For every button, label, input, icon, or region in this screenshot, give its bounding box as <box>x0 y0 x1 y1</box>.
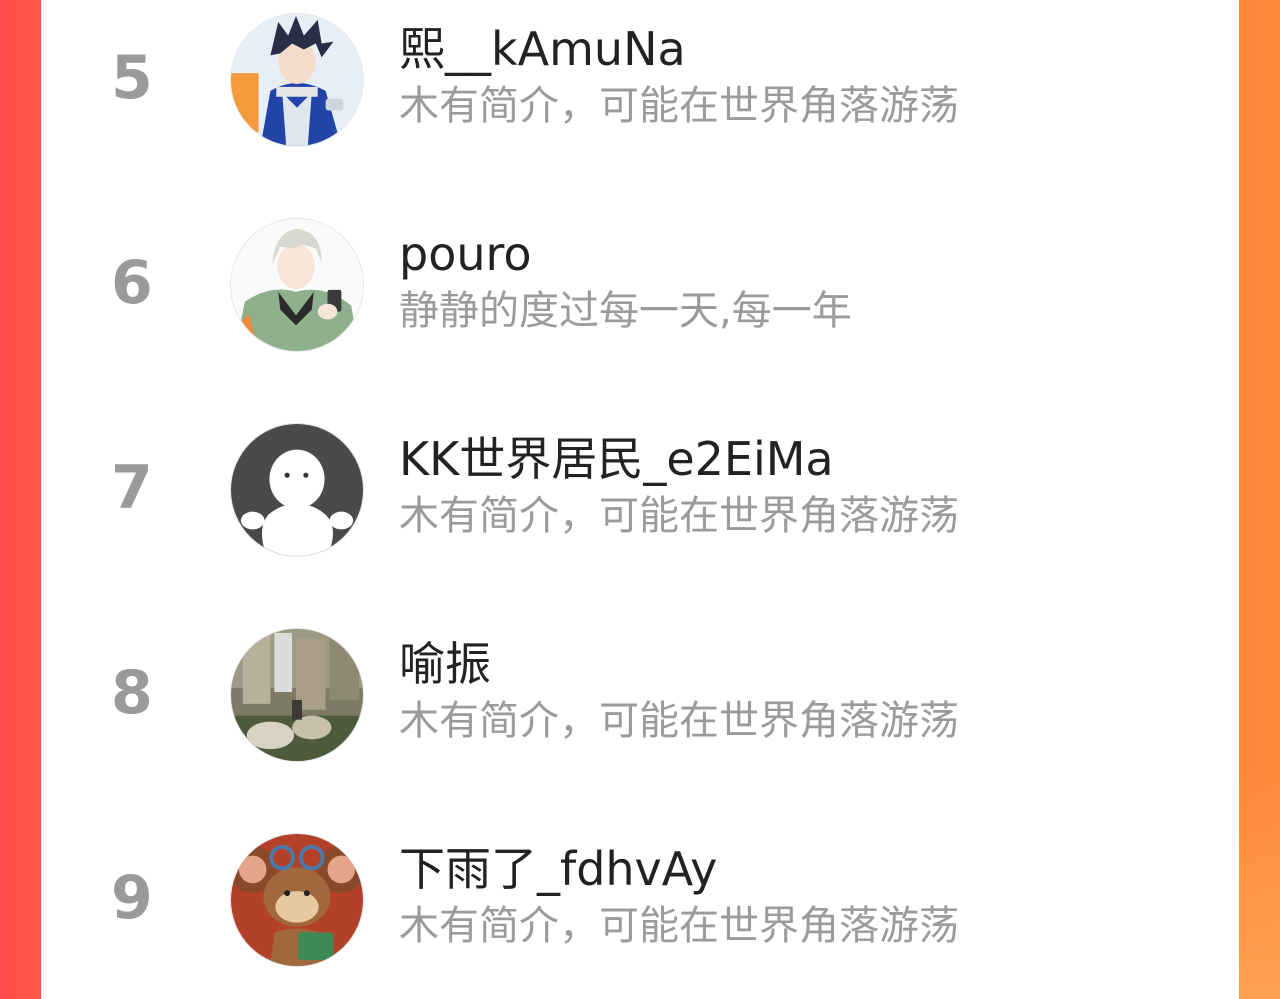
background-glow <box>1238 769 1280 999</box>
user-bio: 木有简介，可能在世界角落游荡 <box>399 83 959 129</box>
user-bio: 静静的度过每一天,每一年 <box>399 288 852 334</box>
anime-ninja-avatar-icon <box>231 14 363 146</box>
ranking-list-card: 5 熙__kAmuNa 木有简介，可能在世界角落游荡 6 pouro 静静的度过… <box>41 0 1239 999</box>
rank-number: 7 <box>111 453 153 523</box>
ranking-row[interactable]: 9 下雨了_fdhvAy 木有简介，可能在世界角落游荡 <box>41 823 1239 973</box>
user-avatar[interactable] <box>230 833 364 967</box>
ranking-row[interactable]: 8 喻振 木有简介，可能在世界角落游荡 <box>41 618 1239 768</box>
user-avatar[interactable] <box>230 13 364 147</box>
user-avatar[interactable] <box>230 218 364 352</box>
user-bio: 木有简介，可能在世界角落游荡 <box>399 493 959 539</box>
user-name[interactable]: 下雨了_fdhvAy <box>399 841 717 897</box>
user-name[interactable]: 喻振 <box>399 636 491 692</box>
user-bio: 木有简介，可能在世界角落游荡 <box>399 698 959 744</box>
user-name[interactable]: KK世界居民_e2EiMa <box>399 431 834 487</box>
rank-number: 9 <box>111 863 153 933</box>
rank-number: 8 <box>111 658 153 728</box>
ranking-row[interactable]: 7 KK世界居民_e2EiMa 木有简介，可能在世界角落游荡 <box>41 413 1239 563</box>
user-avatar[interactable] <box>230 423 364 557</box>
rank-number: 5 <box>111 43 153 113</box>
default-ghost-avatar-icon <box>231 424 363 556</box>
user-name[interactable]: 熙__kAmuNa <box>399 21 686 77</box>
waterfall-rocks-avatar-icon <box>231 629 363 761</box>
rank-number: 6 <box>111 248 153 318</box>
user-avatar[interactable] <box>230 628 364 762</box>
cartoon-mouse-avatar-icon <box>231 834 363 966</box>
anime-boy-phone-avatar-icon <box>231 219 363 351</box>
ranking-row[interactable]: 6 pouro 静静的度过每一天,每一年 <box>41 208 1239 358</box>
user-name[interactable]: pouro <box>399 226 532 282</box>
user-bio: 木有简介，可能在世界角落游荡 <box>399 903 959 949</box>
ranking-row[interactable]: 5 熙__kAmuNa 木有简介，可能在世界角落游荡 <box>41 3 1239 153</box>
